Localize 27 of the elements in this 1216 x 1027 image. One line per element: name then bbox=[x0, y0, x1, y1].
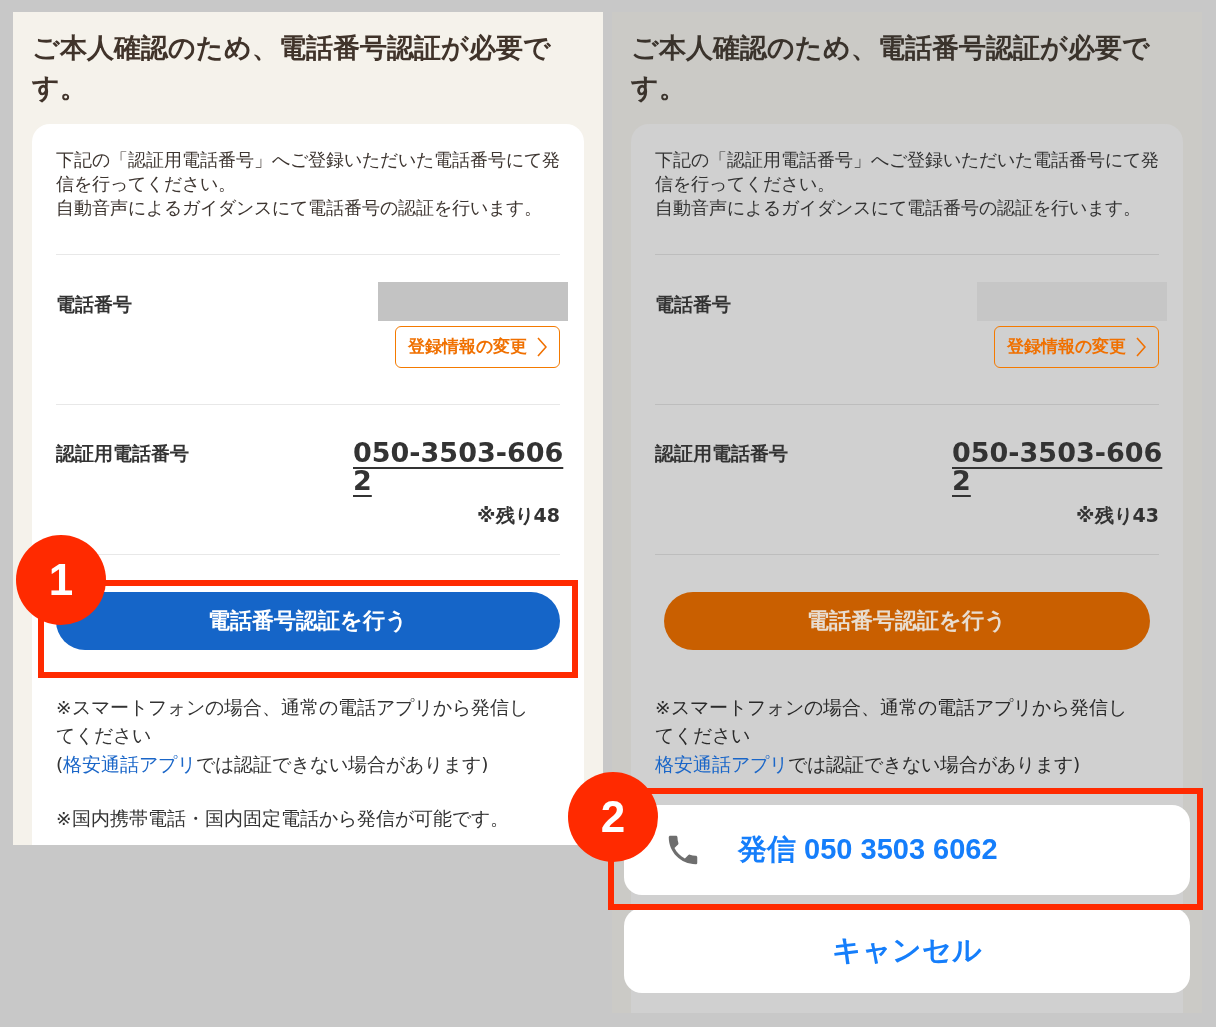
remaining-count: ※残り43 bbox=[1076, 503, 1159, 528]
page-title: ご本人確認のため、電話番号認証が必要です。 bbox=[631, 31, 1151, 105]
instruction-text: 下記の「認証用電話番号」へご登録いただいた電話番号にて発信を行ってください。 bbox=[655, 149, 1160, 196]
change-info-button[interactable]: 登録情報の変更 bbox=[395, 326, 560, 368]
chevron-right-icon bbox=[1136, 337, 1146, 357]
note-text: ※スマートフォンの場合、通常の電話アプリから発信してください bbox=[56, 695, 529, 748]
remaining-count: ※残り48 bbox=[477, 503, 560, 528]
field-label: 認証用電話番号 bbox=[56, 441, 189, 466]
note-text: ※スマートフォンの場合、通常の電話アプリから発信してください bbox=[655, 695, 1128, 748]
note-text: (格安通話アプリ では認証できない場合があります) bbox=[56, 752, 490, 777]
instruction-text: 自動音声によるガイダンスにて電話番号の認証を行います。 bbox=[655, 197, 1142, 220]
call-button[interactable]: 発信 050 3503 6062 bbox=[624, 805, 1190, 895]
page-title: ご本人確認のため、電話番号認証が必要です。 bbox=[32, 31, 552, 105]
verify-phone-button[interactable]: 電話番号認証を行う bbox=[664, 591, 1150, 650]
auth-phone-number: 050-3503-6062 bbox=[952, 439, 1164, 495]
app-link[interactable]: 格安通話アプリ bbox=[655, 753, 788, 775]
instruction-text: 自動音声によるガイダンスにて電話番号の認証を行います。 bbox=[56, 197, 543, 220]
cancel-button[interactable]: キャンセル bbox=[624, 908, 1190, 993]
instruction-text: 下記の「認証用電話番号」へご登録いただいた電話番号にて発信を行ってください。 bbox=[56, 149, 561, 196]
field-label: 電話番号 bbox=[655, 292, 731, 317]
field-label: 電話番号 bbox=[56, 292, 132, 317]
chevron-right-icon bbox=[537, 337, 547, 357]
auth-phone-number: 050-3503-6062 bbox=[353, 439, 565, 495]
field-label: 認証用電話番号 bbox=[655, 441, 788, 466]
note-text: ※国内携帯電話・国内固定電話から発信が可能です。 bbox=[56, 807, 510, 831]
note-text: 格安通話アプリ では認証できない場合があります) bbox=[655, 752, 1082, 777]
app-link[interactable]: 格安通話アプリ bbox=[63, 753, 197, 775]
